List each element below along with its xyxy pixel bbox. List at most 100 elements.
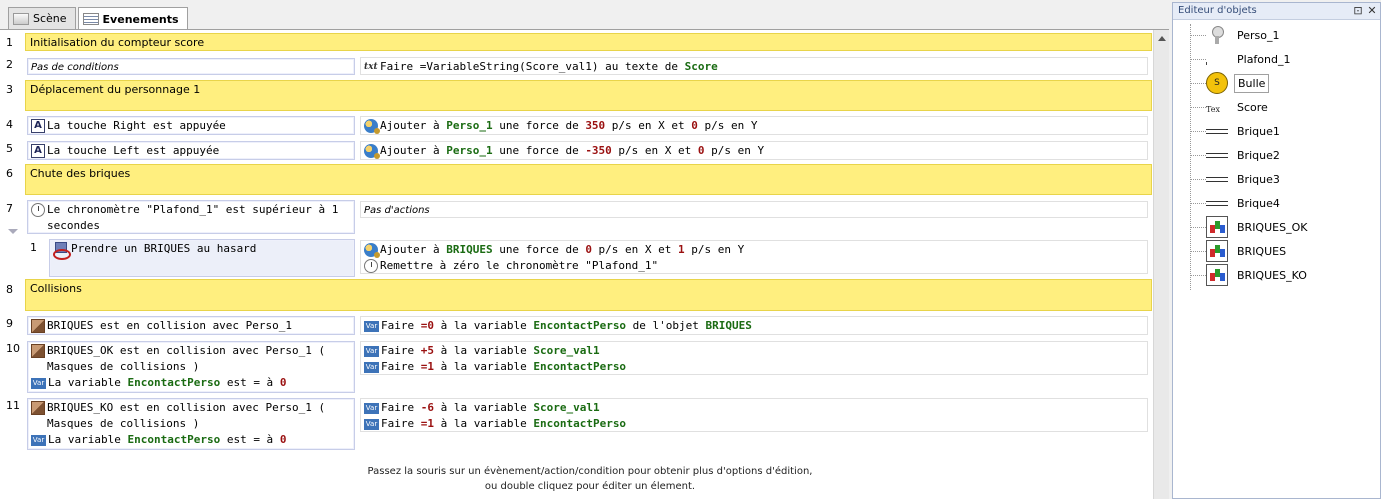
variable-icon: Var [364,419,379,430]
object-label: Perso_1 [1237,28,1280,42]
comment-event[interactable]: Chute des briques [25,164,1152,195]
object-item-brique1[interactable]: Brique1 [1190,120,1283,142]
actions-area[interactable]: Ajouter à Perso_1 une force de 350 p/s e… [360,116,1148,135]
value: 0 [697,144,705,157]
variable-name: EncontactPerso [533,417,627,430]
object-item-briques[interactable]: BRIQUES [1190,240,1289,262]
actions-area[interactable]: txt Faire =VariableString(Score_val1) au … [360,57,1148,75]
conditions-area[interactable]: A La touche Left est appuyée [27,141,355,160]
app-window: Scène Evenements 1 Initialisation du com… [0,0,1381,499]
actions-area[interactable]: Ajouter à Perso_1 une force de -350 p/s … [360,141,1148,160]
text-object-icon: Tex [1206,96,1228,118]
variable-icon: Var [364,362,379,373]
force-icon [364,243,380,258]
no-actions-text: Pas d'actions [364,205,430,216]
no-conditions-text: Pas de conditions [31,62,119,73]
comment-event[interactable]: Initialisation du compteur score [25,33,1152,51]
action-text: une force de [492,243,586,256]
action-text: p/s en Y [697,119,758,132]
object-label: Brique2 [1237,148,1280,162]
bubble-sprite-icon: S [1206,72,1228,94]
sprite-icon [1206,120,1228,142]
object-item-brique3[interactable]: Brique3 [1190,168,1283,190]
value: -350 [585,144,612,157]
object-item-brique4[interactable]: Brique4 [1190,192,1283,214]
actions-area[interactable]: Pas d'actions [360,201,1148,218]
value: 1 [678,243,685,256]
object-item-bulle[interactable]: S Bulle [1190,72,1270,94]
object-item-briques-ok[interactable]: BRIQUES_OK [1190,216,1310,238]
actions-area[interactable]: Ajouter à BRIQUES une force de 0 p/s en … [360,240,1148,274]
events-icon [82,13,99,25]
value: 0 [585,243,592,256]
action-text: p/s en X et [605,119,692,132]
object-item-score[interactable]: Tex Score [1190,96,1271,118]
text-action-icon: txt [364,62,378,72]
event-number: 7 [6,202,13,215]
object-item-brique2[interactable]: Brique2 [1190,144,1283,166]
keyboard-icon: A [31,144,45,158]
conditions-area[interactable]: Prendre un BRIQUES au hasard [49,239,355,277]
object-item-plafond-1[interactable]: Plafond_1 [1190,48,1294,70]
group-icon [1206,264,1228,286]
variable-name: Score_val1 [533,344,600,357]
object-item-briques-ko[interactable]: BRIQUES_KO [1190,264,1310,286]
force-icon [364,144,380,159]
object-label: Brique1 [1237,124,1280,138]
sprite-icon [1206,192,1228,214]
sprite-icon [1206,168,1228,190]
pin-icon[interactable]: ⊡ [1352,4,1364,17]
conditions-area[interactable]: Le chronomètre "Plafond_1" est supérieur… [27,200,355,234]
object-name: BRIQUES [446,243,493,256]
conditions-area[interactable]: BRIQUES_KO est en collision avec Perso_1… [27,398,355,450]
value: 350 [585,119,606,132]
comment-event[interactable]: Déplacement du personnage 1 [25,80,1152,111]
action-text: Ajouter à [380,243,447,256]
collapse-subevents-icon[interactable] [8,229,18,234]
action-text: Faire [381,344,421,357]
action-text: Remettre à zéro le chronomètre "Plafond_… [380,259,659,272]
object-label: BRIQUES_KO [1237,268,1307,282]
condition-text: BRIQUES_KO est en collision avec Perso_1… [47,401,332,430]
collision-icon [31,319,45,333]
object-name: Perso_1 [446,119,493,132]
tab-events[interactable]: Evenements [77,7,188,30]
action-text: à la variable [434,319,534,332]
event-number: 5 [6,142,13,155]
variable-icon: Var [31,378,46,389]
action-text: Faire [381,417,421,430]
value: =1 [420,417,434,430]
event-number: 6 [6,167,13,180]
force-icon [364,119,380,134]
timer-icon [31,203,45,217]
variable-name: Score_val1 [533,401,600,414]
scroll-up-icon[interactable] [1158,36,1166,41]
conditions-area[interactable]: A La touche Right est appuyée [27,116,355,135]
value: 0 [279,433,287,446]
keyboard-icon: A [31,119,45,133]
conditions-area[interactable]: BRIQUES est en collision avec Perso_1 [27,316,355,335]
scene-icon [13,12,29,25]
variable-name: EncontactPerso [127,376,221,389]
variable-icon: Var [364,346,379,357]
conditions-area[interactable]: BRIQUES_OK est en collision avec Perso_1… [27,341,355,393]
value: -6 [420,401,434,414]
object-editor-header: Editeur d'objets ⊡ ✕ [1173,3,1380,20]
variable-icon: Var [364,321,379,332]
tab-scene[interactable]: Scène [8,7,76,29]
actions-area[interactable]: Var Faire +5 à la variable Score_val1 Var… [360,341,1148,375]
value: =1 [420,360,434,373]
object-label: Brique3 [1237,172,1280,186]
action-text: Ajouter à [380,144,447,157]
actions-area[interactable]: Var Faire =0 à la variable EncontactPerso… [360,316,1148,335]
object-label: BRIQUES [1237,244,1287,258]
actions-area[interactable]: Var Faire -6 à la variable Score_val1 Var… [360,398,1148,432]
sprite-icon [1206,24,1228,46]
conditions-area[interactable]: Pas de conditions [27,58,355,75]
action-text: Faire [381,360,421,373]
comment-event[interactable]: Collisions [25,279,1152,311]
vertical-scrollbar[interactable] [1153,30,1169,499]
action-text: Faire [381,319,421,332]
object-item-perso-1[interactable]: Perso_1 [1190,24,1283,46]
close-icon[interactable]: ✕ [1366,4,1378,17]
